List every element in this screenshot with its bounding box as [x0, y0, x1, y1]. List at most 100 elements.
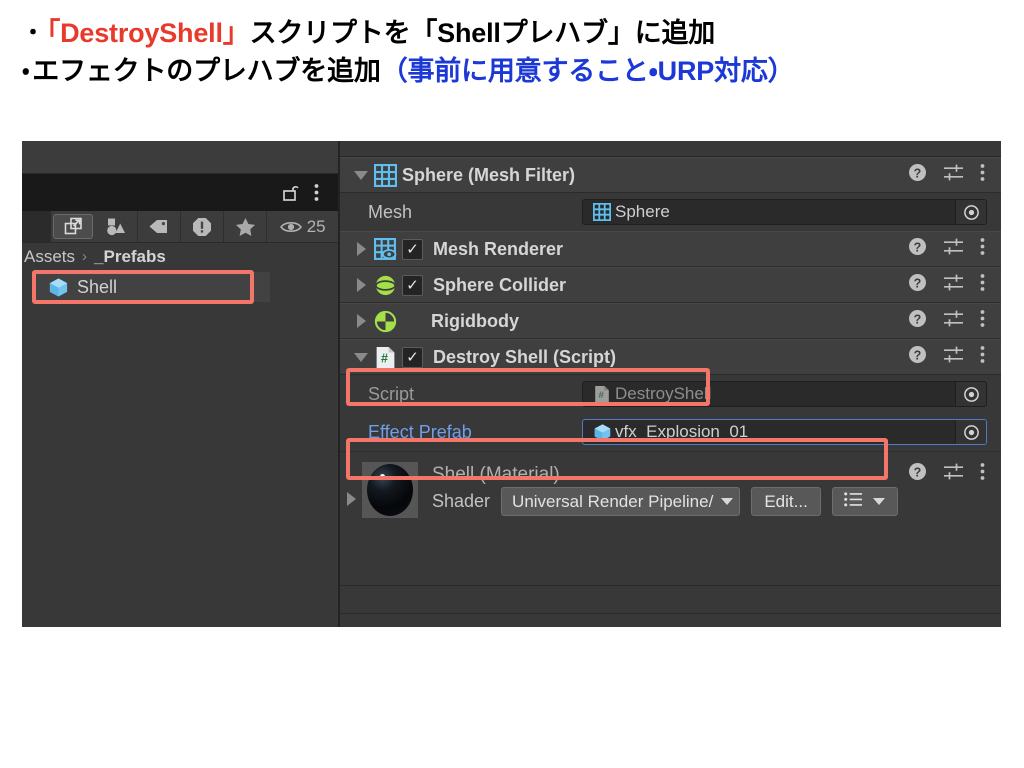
kebab-menu-icon[interactable] [980, 462, 985, 486]
tag-icon[interactable] [138, 211, 182, 242]
inspector-panel: Sphere (Mesh Filter) ? Mesh Sphere ✓ Mes… [340, 141, 1001, 627]
material-preset-button[interactable] [831, 487, 898, 516]
csharp-script-icon: # [583, 385, 615, 403]
chevron-down-icon [873, 498, 886, 505]
svg-text:?: ? [914, 465, 922, 479]
header-line2-main: エフェクトのプレハブを追加 [32, 56, 381, 87]
kebab-menu-icon[interactable] [980, 309, 985, 333]
settings-sliders-icon[interactable] [943, 273, 964, 297]
header-line-1: ・「DestroyShell」スクリプトを「Shellプレハブ」に追加 [22, 14, 1024, 52]
component-header-destroy-shell-script[interactable]: # ✓ Destroy Shell (Script) ? [340, 339, 1001, 375]
component-enabled-checkbox[interactable]: ✓ [402, 238, 423, 260]
header-line2-blue: （事前に用意すること・URP対応） [380, 56, 795, 87]
project-toolbar: 25 [22, 211, 338, 243]
project-panel: 25 Assets › _Prefabs Shell [22, 141, 340, 627]
kebab-menu-icon[interactable] [980, 345, 985, 369]
material-details: Shell (Material) ? Shader Universal Rend… [418, 462, 1001, 518]
component-enabled-checkbox[interactable]: ✓ [402, 274, 423, 296]
breadcrumb-root[interactable]: Assets [24, 247, 75, 267]
shader-dropdown[interactable]: Universal Render Pipeline/ [501, 487, 741, 516]
component-header-rigidbody[interactable]: Rigidbody ? [340, 303, 1001, 339]
foldout-arrow-material[interactable] [340, 462, 362, 518]
mesh-filter-icon [372, 163, 398, 187]
material-title-row: Shell (Material) ? [432, 462, 1001, 486]
shapes-filter-icon[interactable] [95, 211, 138, 242]
component-header-mesh-renderer[interactable]: ✓ Mesh Renderer ? [340, 231, 1001, 267]
breadcrumb-separator-icon: › [82, 248, 88, 265]
component-header-mesh-filter[interactable]: Sphere (Mesh Filter) ? [340, 157, 1001, 193]
svg-text:?: ? [914, 276, 922, 290]
help-icon[interactable]: ? [908, 273, 927, 297]
sphere-collider-icon [372, 274, 398, 297]
help-icon[interactable]: ? [908, 345, 927, 369]
unlock-icon[interactable] [277, 180, 303, 206]
foldout-arrow-mesh-filter[interactable] [350, 170, 372, 180]
material-preview-thumbnail [362, 462, 418, 518]
object-field-mesh[interactable]: Sphere [582, 199, 987, 225]
inspector-divider-1 [340, 585, 1001, 586]
edit-shader-button[interactable]: Edit... [751, 487, 821, 516]
object-picker-icon[interactable] [955, 382, 986, 406]
help-icon[interactable]: ? [908, 163, 927, 187]
project-tabstrip [22, 141, 338, 174]
svg-text:?: ? [914, 348, 922, 362]
warning-icon[interactable] [181, 211, 225, 242]
object-field-effect-prefab[interactable]: vfx_Explosion_01 [582, 419, 987, 445]
object-field-value: Sphere [615, 202, 670, 221]
slide-header: ・「DestroyShell」スクリプトを「Shellプレハブ」に追加 ・エフェ… [0, 0, 1024, 91]
csharp-script-icon: # [372, 346, 398, 369]
component-actions: ? [908, 462, 1001, 486]
settings-sliders-icon[interactable] [943, 237, 964, 261]
visibility-eye-icon[interactable]: 25 [267, 211, 338, 242]
object-picker-icon[interactable] [955, 420, 986, 444]
help-icon[interactable]: ? [908, 237, 927, 261]
foldout-arrow-destroy-shell[interactable] [350, 352, 372, 362]
shader-dropdown-value: Universal Render Pipeline/ [512, 491, 714, 511]
component-header-sphere-collider[interactable]: ✓ Sphere Collider ? [340, 267, 1001, 303]
foldout-arrow-rigidbody[interactable] [350, 314, 372, 328]
material-title: Shell (Material) [432, 464, 560, 485]
prefab-cube-icon [583, 423, 615, 442]
preset-list-icon [844, 491, 863, 512]
settings-sliders-icon[interactable] [943, 345, 964, 369]
svg-text:?: ? [914, 166, 922, 180]
unity-editor-window: 25 Assets › _Prefabs Shell Sphere (Mesh … [22, 141, 1001, 627]
kebab-menu-icon[interactable] [980, 237, 985, 261]
rigidbody-icon [372, 310, 398, 333]
favorites-star-icon[interactable] [224, 211, 268, 242]
component-title: Mesh Renderer [433, 238, 564, 259]
project-panel-header [22, 174, 338, 211]
component-enabled-checkbox[interactable]: ✓ [402, 346, 423, 368]
foldout-arrow-mesh-renderer[interactable] [350, 242, 372, 256]
help-icon[interactable]: ? [908, 309, 927, 333]
asset-label: Shell [77, 276, 118, 297]
bullet-dot-2: ・ [22, 58, 30, 84]
component-actions: ? [908, 309, 1001, 333]
component-title: Destroy Shell (Script) [433, 346, 617, 367]
header-line1-rest: スクリプトを「Shellプレハブ」に追加 [249, 18, 716, 48]
kebab-menu-icon[interactable] [303, 180, 329, 206]
property-label-mesh: Mesh [368, 201, 413, 222]
mesh-filter-icon [583, 203, 615, 221]
breadcrumb-current[interactable]: _Prefabs [94, 247, 166, 267]
foldout-arrow-sphere-collider[interactable] [350, 278, 372, 292]
help-icon[interactable]: ? [908, 462, 927, 486]
kebab-menu-icon[interactable] [980, 163, 985, 187]
component-title: Sphere (Mesh Filter) [402, 164, 576, 185]
kebab-menu-icon[interactable] [980, 273, 985, 297]
settings-sliders-icon[interactable] [943, 163, 964, 187]
settings-sliders-icon[interactable] [943, 309, 964, 333]
object-picker-icon[interactable] [955, 200, 986, 224]
component-title: Sphere Collider [433, 274, 567, 295]
svg-text:#: # [599, 390, 605, 401]
settings-sliders-icon[interactable] [943, 462, 964, 486]
expand-window-icon[interactable] [53, 214, 93, 239]
list-item-shell-prefab[interactable]: Shell [34, 272, 270, 302]
svg-text:#: # [380, 351, 387, 365]
material-block: Shell (Material) ? Shader Universal Rend… [340, 451, 1001, 528]
inspector-divider-2 [340, 613, 1001, 614]
component-actions: ? [908, 273, 1001, 297]
object-field-value: vfx_Explosion_01 [615, 422, 749, 441]
property-label-effect-prefab: Effect Prefab [368, 421, 472, 442]
prefab-cube-icon [49, 278, 68, 296]
